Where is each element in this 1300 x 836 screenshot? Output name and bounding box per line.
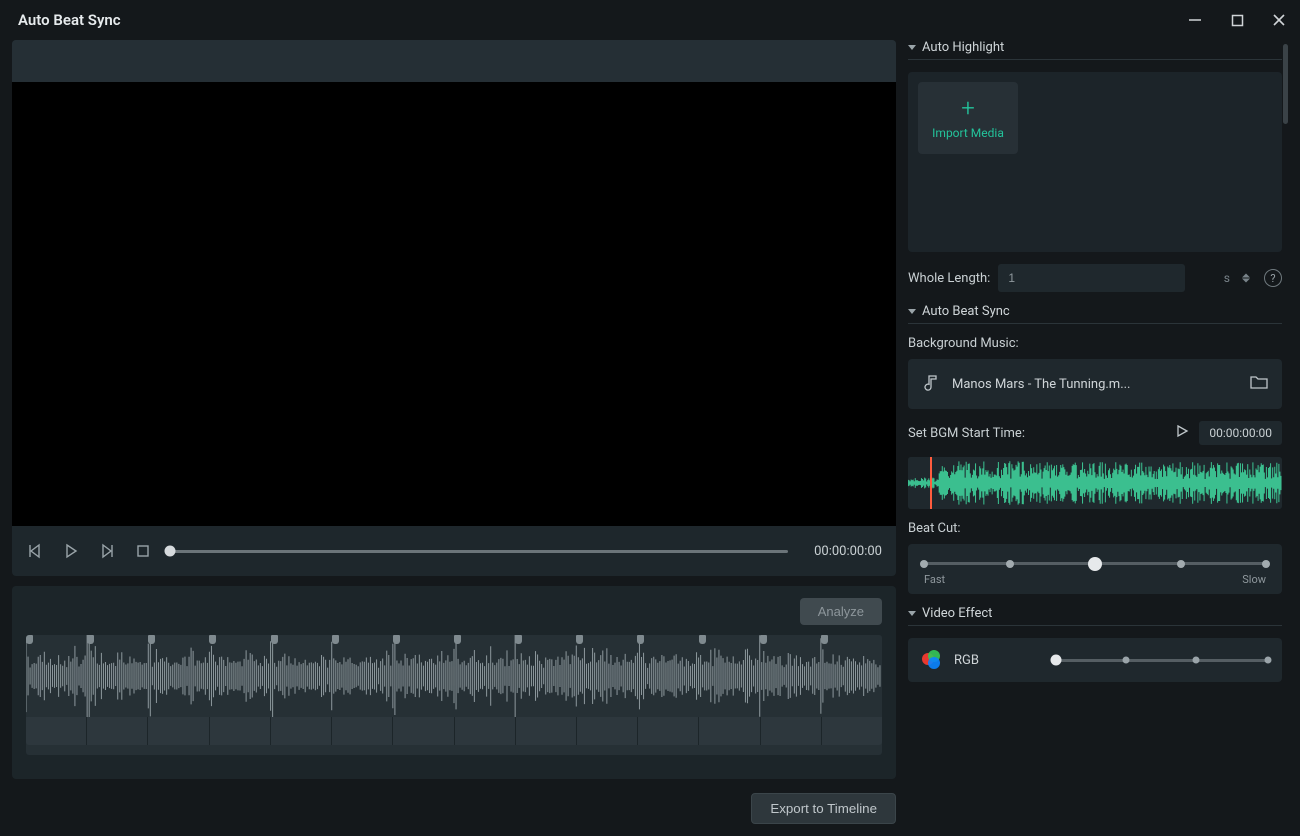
- effect-name: RGB: [954, 653, 1044, 668]
- stop-icon[interactable]: [134, 542, 152, 560]
- section-auto-beat-sync[interactable]: Auto Beat Sync: [908, 304, 1282, 324]
- bgm-playhead[interactable]: [930, 457, 932, 509]
- beat-waveform[interactable]: [26, 635, 882, 755]
- transport-bar: 00:00:00:00: [12, 526, 896, 576]
- title-bar: Auto Beat Sync: [0, 0, 1300, 40]
- music-note-icon: [922, 373, 940, 395]
- help-icon[interactable]: ?: [1264, 269, 1282, 287]
- rgb-icon: [922, 650, 942, 670]
- bgm-waveform[interactable]: [908, 457, 1282, 509]
- section-title: Auto Beat Sync: [922, 304, 1010, 319]
- bg-music-label: Background Music:: [908, 336, 1282, 351]
- chevron-down-icon: [908, 611, 916, 616]
- preview-video[interactable]: [12, 82, 896, 526]
- section-auto-highlight[interactable]: Auto Highlight: [908, 40, 1282, 60]
- bgm-start-time[interactable]: 00:00:00:00: [1199, 421, 1282, 445]
- minimize-icon[interactable]: [1186, 11, 1204, 29]
- sidebar-scrollbar[interactable]: [1283, 44, 1288, 124]
- browse-folder-icon[interactable]: [1250, 374, 1268, 394]
- play-icon[interactable]: [62, 542, 80, 560]
- media-pool[interactable]: + Import Media: [908, 72, 1282, 252]
- whole-length-row: Whole Length: s ?: [908, 264, 1282, 292]
- playback-time: 00:00:00:00: [814, 544, 882, 559]
- step-back-icon[interactable]: [26, 542, 44, 560]
- window-title: Auto Beat Sync: [18, 11, 121, 29]
- plus-icon: +: [961, 96, 975, 120]
- beat-cut-label: Beat Cut:: [908, 521, 1282, 536]
- beat-segments: [26, 717, 882, 745]
- effect-intensity-slider[interactable]: [1056, 659, 1268, 662]
- import-media-label: Import Media: [932, 126, 1004, 140]
- beat-cut-fast-label: Fast: [924, 573, 945, 586]
- export-to-timeline-button[interactable]: Export to Timeline: [751, 793, 896, 824]
- track-name: Manos Mars - The Tunning.m...: [952, 377, 1238, 392]
- video-effect-rgb[interactable]: RGB: [908, 638, 1282, 682]
- beat-markers: [26, 635, 882, 645]
- slider-knob[interactable]: [1088, 557, 1102, 571]
- beat-cut-slow-label: Slow: [1242, 573, 1266, 586]
- slider-knob[interactable]: [1051, 655, 1062, 666]
- analyze-button[interactable]: Analyze: [800, 598, 882, 625]
- background-music-row: Manos Mars - The Tunning.m...: [908, 359, 1282, 409]
- whole-length-label: Whole Length:: [908, 271, 990, 286]
- import-media-button[interactable]: + Import Media: [918, 82, 1018, 154]
- chevron-down-icon: [908, 45, 916, 50]
- chevron-down-icon: [908, 309, 916, 314]
- step-forward-icon[interactable]: [98, 542, 116, 560]
- bgm-wave-graphic: [908, 457, 1282, 509]
- bgm-play-icon[interactable]: [1175, 424, 1189, 442]
- preview-header: [12, 40, 896, 82]
- whole-length-unit: s: [1224, 271, 1230, 285]
- preview-panel: 00:00:00:00: [12, 40, 896, 576]
- section-video-effect[interactable]: Video Effect: [908, 606, 1282, 626]
- bgm-start-label: Set BGM Start Time:: [908, 426, 1025, 441]
- progress-slider[interactable]: [170, 550, 788, 553]
- stepper-icon[interactable]: [1242, 274, 1250, 283]
- section-title: Video Effect: [922, 606, 992, 621]
- maximize-icon[interactable]: [1228, 11, 1246, 29]
- waveform-graphic: [26, 635, 882, 717]
- close-icon[interactable]: [1270, 11, 1288, 29]
- beat-cut-slider[interactable]: Fast Slow: [908, 544, 1282, 594]
- progress-knob[interactable]: [165, 546, 176, 557]
- window-controls: [1186, 11, 1288, 29]
- bgm-start-row: Set BGM Start Time: 00:00:00:00: [908, 421, 1282, 445]
- whole-length-input[interactable]: [998, 264, 1185, 292]
- timeline-panel: Analyze: [12, 586, 896, 779]
- section-title: Auto Highlight: [922, 40, 1004, 55]
